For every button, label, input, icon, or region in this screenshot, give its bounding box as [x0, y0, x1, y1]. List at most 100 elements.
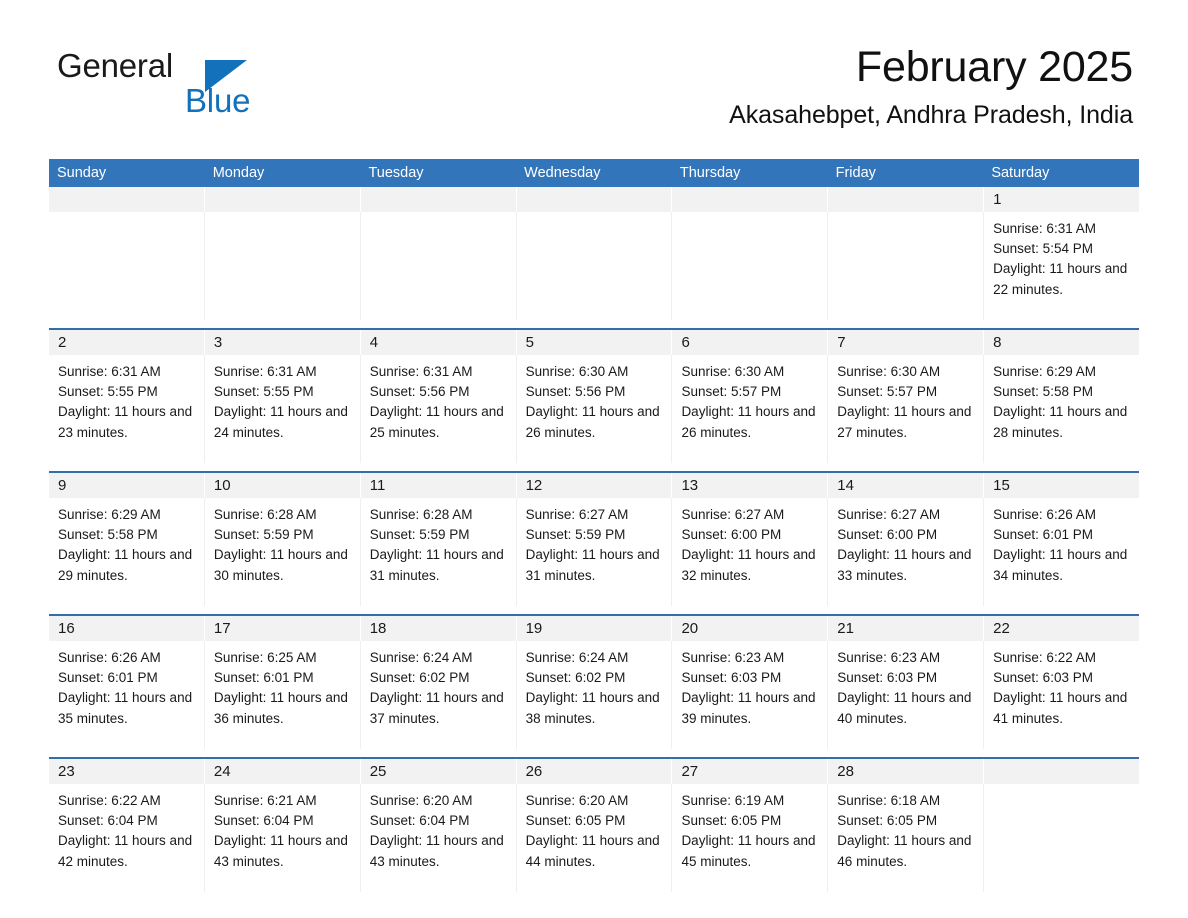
day-number[interactable]: 17 [205, 616, 361, 641]
weekday-header-sunday: Sunday [57, 165, 107, 181]
day-cell[interactable]: Sunrise: 6:31 AM Sunset: 5:55 PM Daylight:… [205, 355, 361, 463]
sunset-text: Sunset: 6:03 PM [993, 670, 1093, 686]
day-cell[interactable]: Sunrise: 6:21 AM Sunset: 6:04 PM Daylight:… [205, 784, 361, 892]
day-number[interactable]: 10 [205, 473, 361, 498]
weekday-header-thursday: Thursday [679, 165, 741, 181]
day-number[interactable]: 8 [984, 330, 1139, 355]
day-number[interactable]: 24 [205, 759, 361, 784]
day-cell[interactable]: Sunrise: 6:30 AM Sunset: 5:56 PM Daylight:… [517, 355, 673, 463]
sunrise-text: Sunrise: 6:31 AM [369, 364, 473, 379]
day-cell[interactable]: Sunrise: 6:30 AM Sunset: 5:57 PM Daylight:… [672, 355, 829, 463]
day-cell[interactable]: Sunrise: 6:23 AM Sunset: 6:03 PM Daylight:… [828, 641, 985, 749]
day-cell[interactable]: Sunrise: 6:27 AM Sunset: 6:00 PM Daylight:… [672, 498, 829, 606]
sunset-text: Sunset: 5:57 PM [837, 384, 938, 400]
day-cell[interactable]: Sunrise: 6:20 AM Sunset: 6:04 PM Daylight:… [361, 784, 517, 892]
day-number[interactable]: 21 [828, 616, 985, 641]
sunset-text: Sunset: 6:01 PM [213, 670, 314, 686]
sunrise-text: Sunrise: 6:21 AM [213, 793, 317, 808]
sunset-text: Sunset: 5:56 PM [369, 384, 470, 400]
day-number[interactable]: 9 [49, 473, 205, 498]
day-detail-band: Sunrise: 6:26 AM Sunset: 6:01 PM Daylight:… [49, 641, 1139, 749]
daylight-text: Daylight: 11 hours and 31 minutes. [369, 547, 504, 583]
day-number-empty [49, 187, 205, 212]
day-number[interactable]: 25 [361, 759, 517, 784]
sunset-text: Sunset: 6:05 PM [681, 813, 782, 829]
sunrise-text: Sunrise: 6:27 AM [837, 507, 941, 522]
day-number-empty [517, 187, 673, 212]
day-number-band: 2345678 [49, 330, 1139, 355]
day-cell[interactable]: Sunrise: 6:27 AM Sunset: 5:59 PM Daylight:… [517, 498, 673, 606]
daylight-text: Daylight: 11 hours and 37 minutes. [369, 690, 504, 726]
day-number[interactable]: 15 [984, 473, 1139, 498]
day-cell[interactable]: Sunrise: 6:22 AM Sunset: 6:03 PM Daylight:… [984, 641, 1139, 749]
day-cell-empty [672, 212, 829, 320]
day-number[interactable]: 19 [517, 616, 673, 641]
day-number[interactable]: 26 [517, 759, 673, 784]
day-cell[interactable]: Sunrise: 6:30 AM Sunset: 5:57 PM Daylight:… [828, 355, 985, 463]
daylight-text: Daylight: 11 hours and 23 minutes. [58, 404, 193, 440]
day-cell[interactable]: Sunrise: 6:20 AM Sunset: 6:05 PM Daylight:… [517, 784, 673, 892]
calendar-week-row: 16 17 18 19 20 21 22 Sunrise: 6:26 AM Sunset: 6:… [49, 614, 1139, 749]
day-number[interactable]: 5 [517, 330, 673, 355]
sunset-text: Sunset: 6:03 PM [837, 670, 938, 686]
day-cell[interactable]: Sunrise: 6:24 AM Sunset: 6:02 PM Daylight:… [517, 641, 673, 749]
logo-text-blue: Blue [185, 82, 251, 119]
sunrise-text: Sunrise: 6:23 AM [681, 650, 785, 665]
day-number[interactable]: 16 [49, 616, 205, 641]
day-cell[interactable]: Sunrise: 6:31 AM Sunset: 5:55 PM Daylight:… [49, 355, 205, 463]
daylight-text: Daylight: 11 hours and 44 minutes. [525, 833, 660, 869]
general-blue-logo: General Blue [57, 49, 277, 119]
daylight-text: Daylight: 11 hours and 34 minutes. [993, 547, 1128, 583]
day-number[interactable]: 11 [361, 473, 517, 498]
day-number[interactable]: 2 [49, 330, 205, 355]
sunset-text: Sunset: 5:59 PM [213, 527, 314, 543]
sunrise-text: Sunrise: 6:30 AM [525, 364, 629, 379]
day-cell[interactable]: Sunrise: 6:29 AM Sunset: 5:58 PM Daylight:… [49, 498, 205, 606]
title-block: February 2025 Akasahebpet, Andhra Prades… [729, 44, 1133, 130]
day-cell[interactable]: Sunrise: 6:28 AM Sunset: 5:59 PM Daylight:… [205, 498, 361, 606]
daylight-text: Daylight: 11 hours and 28 minutes. [993, 404, 1128, 440]
day-number[interactable]: 12 [517, 473, 673, 498]
daylight-text: Daylight: 11 hours and 41 minutes. [993, 690, 1128, 726]
page-header: General Blue February 2025 Akasahebpet, … [0, 0, 1188, 130]
day-cell[interactable]: Sunrise: 6:26 AM Sunset: 6:01 PM Daylight:… [49, 641, 205, 749]
day-number[interactable]: 23 [49, 759, 205, 784]
sunrise-text: Sunrise: 6:18 AM [837, 793, 941, 808]
day-cell[interactable]: Sunrise: 6:28 AM Sunset: 5:59 PM Daylight:… [361, 498, 517, 606]
day-cell[interactable]: Sunrise: 6:23 AM Sunset: 6:03 PM Daylight:… [672, 641, 829, 749]
calendar-week-row: 23 24 25 26 27 28 Sunrise: 6:22 AM Sunset: 6:04… [49, 757, 1140, 892]
day-number-empty [205, 187, 361, 212]
day-number[interactable]: 22 [984, 616, 1139, 641]
day-cell[interactable]: Sunrise: 6:24 AM Sunset: 6:02 PM Daylight:… [361, 641, 517, 749]
day-number[interactable]: 4 [361, 330, 517, 355]
day-cell[interactable]: Sunrise: 6:18 AM Sunset: 6:05 PM Daylight:… [828, 784, 985, 892]
daylight-text: Daylight: 11 hours and 39 minutes. [681, 690, 816, 726]
day-number[interactable]: 20 [672, 616, 829, 641]
day-number[interactable]: 28 [828, 759, 985, 784]
sunset-text: Sunset: 6:01 PM [993, 527, 1093, 543]
sunset-text: Sunset: 6:03 PM [681, 670, 782, 686]
sunrise-text: Sunrise: 6:23 AM [837, 650, 941, 665]
day-cell[interactable]: Sunrise: 6:27 AM Sunset: 6:00 PM Daylight:… [828, 498, 985, 606]
day-number[interactable]: 3 [205, 330, 361, 355]
day-number[interactable]: 6 [672, 330, 829, 355]
day-cell[interactable]: Sunrise: 6:31 AM Sunset: 5:56 PM Daylight:… [361, 355, 517, 463]
daylight-text: Daylight: 11 hours and 32 minutes. [681, 547, 816, 583]
day-cell[interactable]: Sunrise: 6:29 AM Sunset: 5:58 PM Daylight:… [984, 355, 1139, 463]
day-cell[interactable]: Sunrise: 6:26 AM Sunset: 6:01 PM Daylight:… [984, 498, 1139, 606]
day-number[interactable]: 1 [984, 187, 1139, 212]
day-number[interactable]: 27 [672, 759, 829, 784]
day-cell[interactable]: Sunrise: 6:25 AM Sunset: 6:01 PM Daylight:… [205, 641, 361, 749]
day-number[interactable]: 18 [361, 616, 517, 641]
sunset-text: Sunset: 6:05 PM [837, 813, 938, 829]
day-cell[interactable]: Sunrise: 6:22 AM Sunset: 6:04 PM Daylight:… [49, 784, 205, 892]
sunset-text: Sunset: 5:55 PM [58, 384, 158, 400]
daylight-text: Daylight: 11 hours and 33 minutes. [837, 547, 972, 583]
daylight-text: Daylight: 11 hours and 46 minutes. [837, 833, 972, 869]
day-cell[interactable]: Sunrise: 6:31 AM Sunset: 5:54 PM Daylight:… [984, 212, 1139, 320]
day-number[interactable]: 14 [828, 473, 985, 498]
day-cell[interactable]: Sunrise: 6:19 AM Sunset: 6:05 PM Daylight:… [672, 784, 829, 892]
day-number[interactable]: 13 [672, 473, 829, 498]
calendar-week-row: 9 10 11 12 13 14 15 Sunrise: 6:29 AM Sunset: 5:5… [49, 471, 1139, 606]
day-number[interactable]: 7 [828, 330, 985, 355]
